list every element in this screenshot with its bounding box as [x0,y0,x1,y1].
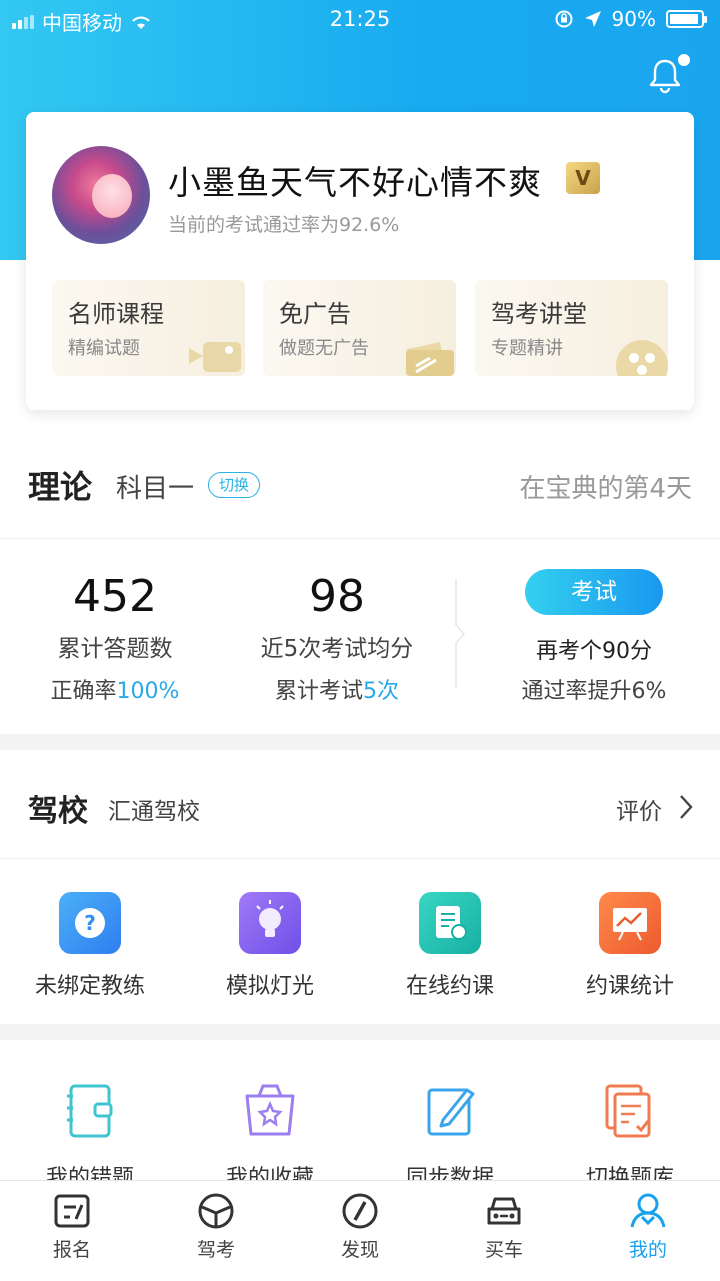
stat-sub-prefix: 累计考试 [274,679,363,704]
chevron-right-icon [680,795,693,819]
question-icon: ? [59,892,121,954]
tab-buy-car[interactable]: 买车 [432,1191,576,1262]
exam-button[interactable]: 考试 [525,569,663,615]
video-camera-icon [189,342,241,372]
vip-badge-icon: V [566,162,600,194]
stats-panel: 452 累计答题数 正确率100% 98 近5次考试均分 累计考试5次 考试 再… [0,538,720,735]
schedule-icon [419,892,481,954]
exam-goal-text: 再考个90分 [536,639,652,664]
svg-text:?: ? [84,911,96,935]
tab-register[interactable]: 报名 [0,1191,144,1262]
status-bar: 中国移动 21:25 90% [0,0,720,40]
feature-teacher-course[interactable]: 名师课程 精编试题 [52,280,245,376]
stat-answered[interactable]: 452 累计答题数 正确率100% [0,539,230,705]
school-name: 汇通驾校 [108,799,200,825]
tool-label: 约课统计 [585,974,674,999]
username[interactable]: 小墨鱼天气不好心情不爽 [168,156,542,204]
tool-online-booking[interactable]: 在线约课 [360,892,540,1000]
profile-card: 小墨鱼天气不好心情不爽 V 当前的考试通过率为92.6% 名师课程 精编试题 免… [26,112,694,410]
section-divider [0,734,720,750]
stat-sub-value: 5次 [363,679,399,704]
location-icon [584,11,601,27]
feature-title: 免广告 [279,300,351,328]
car-icon [487,1197,521,1225]
stat-sub: 累计考试5次 [222,673,452,705]
days-count-text: 在宝典的第4天 [519,474,692,504]
tab-label: 买车 [484,1239,523,1261]
tool-my-mistakes[interactable]: 我的错题 [0,1080,180,1192]
section-title: 理论 [28,468,93,506]
compass-icon [342,1193,378,1229]
steering-wheel-icon [198,1193,234,1229]
tab-mine[interactable]: 我的 [576,1191,720,1262]
tab-discover[interactable]: 发现 [288,1191,432,1262]
notification-dot [678,54,690,66]
stat-sub: 正确率100% [0,673,230,705]
switch-subject-button[interactable]: 切换 [208,472,260,498]
question-bank-icon [605,1084,651,1138]
tool-unbound-coach[interactable]: ? 未绑定教练 [0,892,180,1000]
section-divider [0,1024,720,1040]
tool-label: 模拟灯光 [225,974,314,999]
stat-average[interactable]: 98 近5次考试均分 累计考试5次 [222,539,452,705]
tab-label: 驾考 [196,1239,235,1261]
subject-label: 科目一 [116,474,195,504]
tool-label: 未绑定教练 [34,974,145,999]
tab-label: 发现 [340,1239,379,1261]
tool-light-simulation[interactable]: 模拟灯光 [180,892,360,1000]
bottom-tab-bar: 报名 驾考 发现 买车 我的 [0,1180,720,1281]
chart-icon [599,892,661,954]
rotation-lock-icon [555,10,573,28]
register-icon [54,1194,90,1228]
stat-sub-value: 100% [116,679,180,704]
lightbulb-icon [239,892,301,954]
feature-title: 驾考讲堂 [491,300,587,328]
stat-value: 452 [73,571,157,622]
feature-subtitle: 做题无广告 [279,338,369,359]
tool-sync-data[interactable]: 同步数据 [360,1080,540,1192]
feature-no-ads[interactable]: 免广告 做题无广告 [263,280,456,376]
tool-label: 在线约课 [405,974,494,999]
stat-label: 累计答题数 [57,636,173,662]
feature-subtitle: 精编试题 [68,338,140,359]
exam-improve-text: 通过率提升6% [521,679,667,704]
tool-booking-stats[interactable]: 约课统计 [540,892,720,1000]
tool-switch-bank[interactable]: 切换题库 [540,1080,720,1192]
stat-label: 近5次考试均分 [260,636,414,662]
tab-label: 报名 [52,1239,91,1261]
battery-icon [666,10,707,28]
feature-title: 名师课程 [68,300,164,328]
edit-sync-icon [427,1088,475,1136]
pass-rate-text: 当前的考试通过率为92.6% [168,214,400,236]
film-reel-icon [616,340,668,376]
theory-section-header: 理论 科目一 切换 在宝典的第4天 [0,450,720,520]
section-title: 驾校 [28,794,88,829]
star-bag-icon [245,1084,295,1136]
ticket-icon [404,342,454,376]
school-section-header[interactable]: 驾校 汇通驾校 评价 [0,770,720,859]
user-icon [630,1193,666,1228]
tab-driving-test[interactable]: 驾考 [144,1191,288,1262]
avatar[interactable] [52,146,150,244]
feature-lecture-hall[interactable]: 驾考讲堂 专题精讲 [475,280,668,376]
battery-percent: 90% [611,7,656,31]
tab-label: 我的 [628,1239,667,1261]
stat-value: 98 [309,571,365,622]
stat-sub-prefix: 正确率 [50,679,117,704]
notebook-icon [67,1084,113,1138]
divider-arrow-icon [455,579,466,689]
feature-subtitle: 专题精讲 [491,338,563,359]
review-link[interactable]: 评价 [616,792,662,826]
tool-my-favorites[interactable]: 我的收藏 [180,1080,360,1192]
